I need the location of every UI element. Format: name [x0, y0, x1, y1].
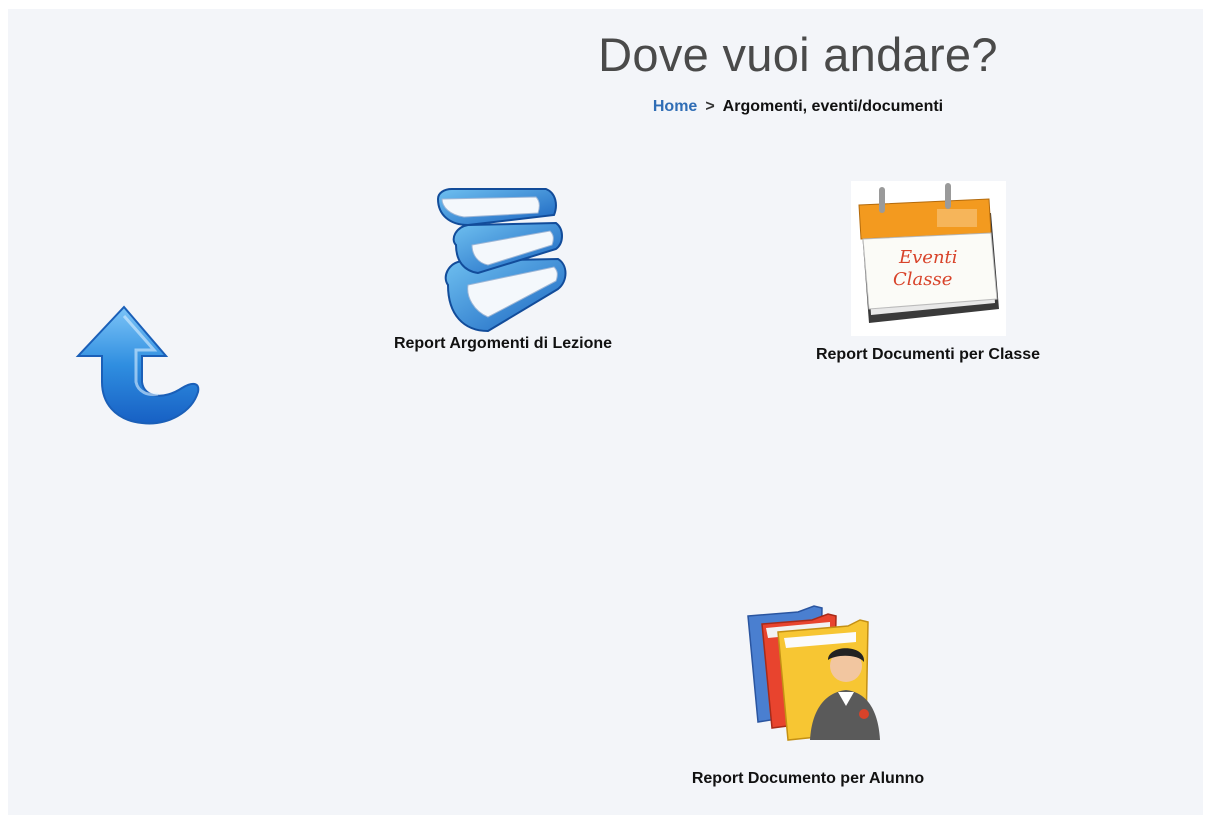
tile-label: Report Argomenti di Lezione [393, 335, 613, 352]
calendar-text-2: Classe [893, 269, 952, 290]
tile-label: Report Documenti per Classe [815, 346, 1041, 363]
tile-label: Report Documento per Alunno [691, 770, 925, 787]
back-arrow-icon [75, 305, 200, 425]
breadcrumb: Home > Argomenti, eventi/documenti [568, 98, 1028, 116]
breadcrumb-separator: > [705, 98, 715, 115]
page-container: Dove vuoi andare? Home > Argomenti, eventi… [8, 9, 1203, 815]
breadcrumb-current: Argomenti, eventi/documenti [722, 98, 944, 115]
student-folders-icon [747, 605, 880, 741]
breadcrumb-home-link[interactable]: Home [653, 98, 697, 115]
calendar-icon: Eventi Classe [850, 181, 1006, 336]
tile-report-documento-alunno[interactable]: Report Documento per Alunno [658, 602, 958, 788]
tile-report-argomenti[interactable]: Report Argomenti di Lezione [368, 185, 638, 353]
tile-report-documenti-classe[interactable]: Eventi Classe Report Documenti per Class… [783, 181, 1073, 364]
calendar-text-1: Eventi [898, 247, 958, 268]
books-icon [436, 188, 567, 333]
back-button[interactable] [64, 304, 204, 429]
page-title: Dove vuoi andare? [598, 28, 998, 81]
